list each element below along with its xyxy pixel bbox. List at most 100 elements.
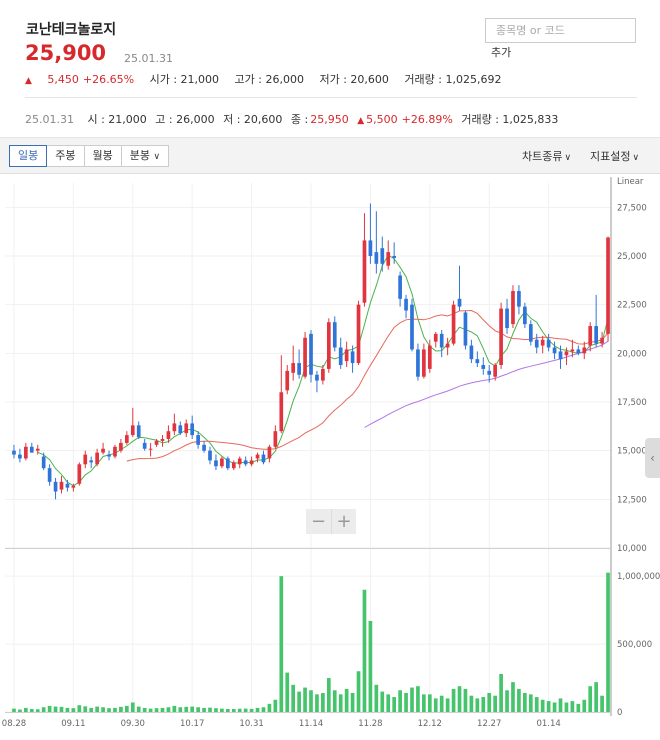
volume-bar [279, 576, 284, 712]
x-tick-label: 09.30 [121, 719, 145, 729]
volume-bar [202, 707, 206, 712]
candle [475, 359, 480, 364]
candle [160, 438, 165, 441]
candle [517, 291, 521, 307]
chevron-down-icon: ∨ [153, 152, 161, 162]
candle [380, 248, 385, 264]
candle [511, 291, 515, 325]
chevron-down-icon: ∨ [632, 153, 640, 163]
x-tick-label: 08.28 [2, 719, 26, 729]
candle [570, 349, 575, 352]
volume-bar [225, 709, 230, 712]
candle [190, 423, 195, 436]
candle [101, 448, 105, 453]
tab-minute-label: 분봉 [129, 149, 150, 162]
volume-bar [380, 691, 385, 712]
candle [392, 256, 397, 258]
candle [41, 456, 46, 469]
candle [362, 240, 367, 303]
candle [166, 431, 171, 439]
volume-bar [558, 698, 563, 712]
volume-bar [35, 709, 40, 712]
candle [47, 468, 52, 482]
ohlc-info-bar: 25.01.31 시 : 21,000 고 : 26,000 저 : 20,60… [25, 111, 563, 127]
volume-bar [350, 692, 355, 712]
candle [119, 442, 123, 451]
volume-bar [309, 690, 313, 712]
divider [25, 97, 637, 98]
stock-search-input[interactable] [485, 18, 636, 43]
volume-bar [160, 707, 165, 712]
candle [255, 454, 260, 459]
candle [315, 374, 319, 381]
volume-bar [77, 705, 82, 712]
volume-bar [154, 708, 159, 712]
volume-bar [564, 702, 569, 712]
volume-bar [606, 572, 610, 712]
candle [528, 324, 533, 342]
candle [404, 298, 408, 311]
zoom-in-button[interactable]: + [331, 509, 356, 534]
candle [65, 483, 70, 488]
volume-tick-label: 500,000 [617, 640, 652, 650]
low-price: 저가 : 20,600 [319, 73, 389, 86]
volume-bar [321, 692, 325, 712]
candle [113, 446, 117, 457]
volume-tick-label: 1,000,000 [617, 572, 660, 582]
volume-bar [59, 706, 64, 712]
candle [53, 481, 58, 492]
volume-bar [600, 695, 604, 712]
ohlc-low: 저 : 20,600 [223, 113, 283, 126]
add-button[interactable]: 추가 [491, 44, 511, 60]
moving-average-60 [364, 340, 609, 428]
volume-bar [119, 706, 123, 712]
candle [142, 442, 147, 449]
zoom-out-button[interactable]: − [306, 509, 331, 534]
volume-bar [47, 705, 52, 712]
x-tick-label: 11.14 [299, 719, 323, 729]
candle [208, 450, 212, 461]
chart-type-dropdown[interactable]: 차트종류 ∨ [522, 148, 571, 164]
volume-bar [546, 701, 551, 712]
candle [321, 368, 325, 381]
volume-bar [178, 707, 183, 712]
candle [107, 454, 111, 457]
candle [18, 454, 22, 459]
indicator-settings-dropdown[interactable]: 지표설정 ∨ [590, 148, 639, 164]
tab-minute[interactable]: 분봉 ∨ [120, 145, 170, 167]
tab-daily[interactable]: 일봉 [9, 145, 48, 167]
side-panel-toggle[interactable]: ‹ [645, 438, 660, 478]
volume-bar [53, 706, 58, 712]
candle [600, 337, 604, 344]
ohlc-open: 시 : 21,000 [87, 113, 147, 126]
y-tick-label: 27,500 [617, 203, 647, 213]
tab-monthly[interactable]: 월봉 [83, 145, 122, 167]
indicator-settings-label: 지표설정 [590, 150, 631, 163]
change-percent: +26.65% [82, 73, 135, 86]
up-arrow-icon: ▲ [25, 76, 32, 86]
y-tick-label: 25,000 [617, 252, 647, 262]
volume-bar [499, 673, 503, 712]
candle [368, 240, 373, 256]
volume-bar [29, 709, 34, 712]
candle [267, 446, 272, 459]
candle [505, 308, 509, 329]
price-scale-label: Linear [617, 177, 644, 187]
candle [606, 237, 610, 334]
volume-bar [528, 694, 533, 712]
chart-toolbar: 일봉 주봉 월봉 분봉 ∨ 차트종류 ∨ 지표설정 ∨ [0, 138, 660, 174]
volume-bar [101, 707, 105, 712]
candle [534, 339, 539, 348]
volume-bar [594, 682, 598, 712]
volume-bar [326, 678, 331, 712]
candle [249, 460, 254, 465]
candle [29, 446, 34, 453]
candle [451, 304, 456, 344]
tab-weekly[interactable]: 주봉 [46, 145, 85, 167]
ohlc-date: 25.01.31 [25, 113, 74, 126]
volume-bar [588, 686, 593, 712]
x-tick-label: 01.14 [536, 719, 560, 729]
candle [77, 464, 82, 484]
stock-chart[interactable]: Linear 27,500 25,000 22,500 20,000 17,500 15,0… [0, 175, 660, 740]
candle [291, 363, 296, 373]
